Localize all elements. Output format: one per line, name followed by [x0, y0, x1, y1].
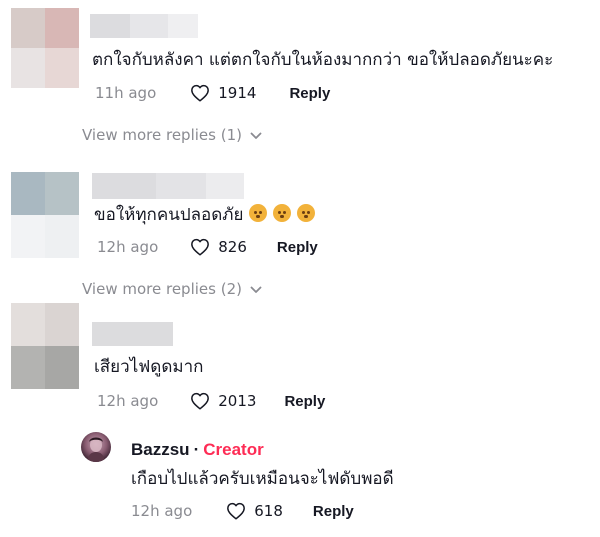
like-count: 1914 [218, 84, 257, 102]
avatar[interactable] [11, 303, 79, 389]
heart-icon [190, 392, 210, 410]
like-button[interactable]: 1914 [190, 84, 256, 102]
avatar[interactable] [11, 172, 79, 258]
reply-button[interactable]: Reply [313, 503, 354, 520]
view-more-label: View more replies (1) [82, 126, 242, 144]
username[interactable] [92, 322, 173, 346]
creator-avatar[interactable] [81, 432, 111, 462]
timestamp: 12h ago [97, 392, 159, 410]
creator-badge: Creator [203, 440, 264, 459]
heart-icon [226, 502, 246, 520]
like-button[interactable]: 2013 [190, 392, 256, 410]
like-count: 618 [254, 502, 283, 520]
reply-button[interactable]: Reply [284, 393, 325, 410]
like-count: 2013 [218, 392, 257, 410]
comment-meta: 12h ago 618 Reply [131, 500, 354, 522]
separator: · [193, 440, 200, 459]
view-more-replies-button[interactable]: View more replies (1) [82, 126, 262, 144]
comment-text: เกือบไปแล้วครับเหมือนจะไฟดับพอดี [131, 469, 394, 489]
view-more-label: View more replies (2) [82, 280, 242, 298]
heart-icon [190, 84, 210, 102]
comment-text: ขอให้ทุกคนปลอดภัย [94, 203, 316, 227]
heart-icon [190, 238, 210, 256]
view-more-replies-button[interactable]: View more replies (2) [82, 280, 262, 298]
comment-meta: 11h ago 1914 Reply [95, 82, 330, 104]
like-button[interactable]: 826 [190, 238, 247, 256]
like-count: 826 [218, 238, 247, 256]
chevron-down-icon [242, 280, 262, 298]
creator-username[interactable]: Bazzsu [131, 440, 190, 459]
reply-button[interactable]: Reply [277, 239, 318, 256]
reply-button[interactable]: Reply [289, 85, 330, 102]
comment-text: เสียวไฟดูดมาก [94, 357, 204, 377]
chevron-down-icon [242, 126, 262, 144]
comment-meta: 12h ago 826 Reply [97, 236, 318, 258]
like-button[interactable]: 618 [226, 502, 283, 520]
username[interactable] [92, 173, 244, 199]
timestamp: 12h ago [131, 502, 193, 520]
comment-text: ตกใจกับหลังคา แต่ตกใจกับในห้องมากกว่า ขอ… [92, 50, 554, 70]
creator-username-line: Bazzsu · Creator [131, 440, 264, 460]
pleading-face-icon [297, 204, 316, 222]
timestamp: 12h ago [97, 238, 159, 256]
avatar[interactable] [11, 8, 79, 88]
username[interactable] [90, 14, 198, 38]
comment-text-body: ขอให้ทุกคนปลอดภัย [94, 205, 244, 225]
pleading-face-icon [273, 204, 292, 222]
timestamp: 11h ago [95, 84, 157, 102]
comment-meta: 12h ago 2013 Reply [97, 390, 325, 412]
pleading-face-icon [249, 204, 268, 222]
